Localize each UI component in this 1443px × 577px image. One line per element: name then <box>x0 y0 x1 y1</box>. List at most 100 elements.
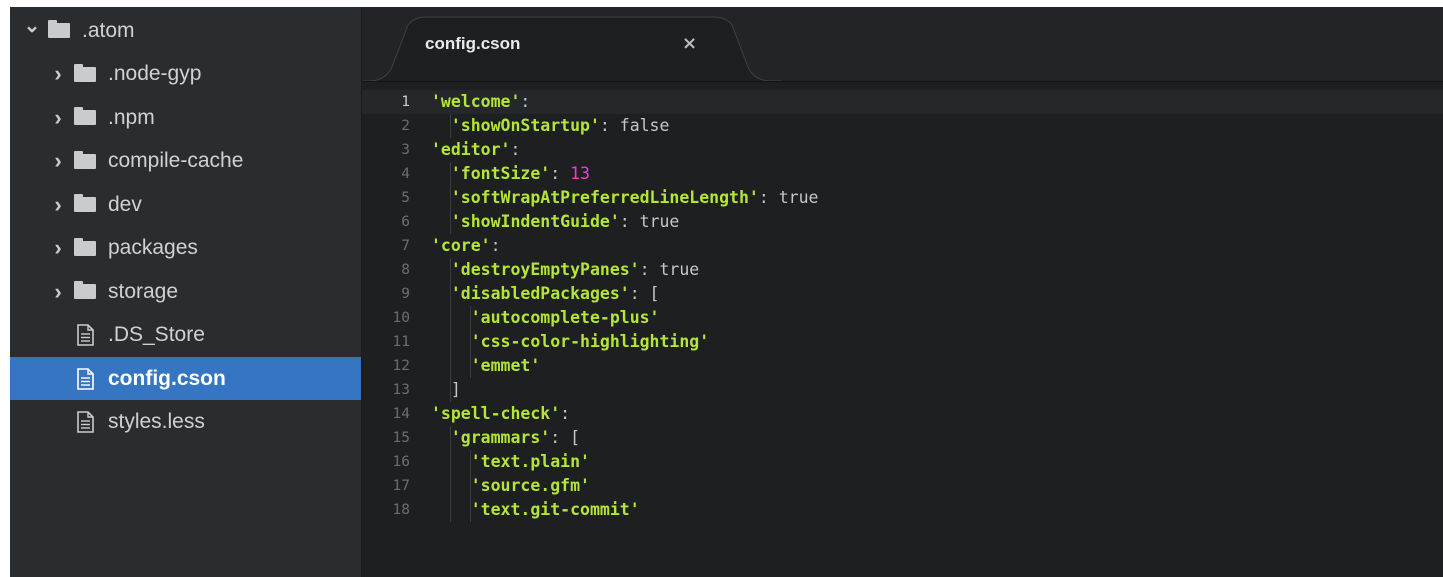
syntax-token: : <box>510 140 521 159</box>
tree-item[interactable]: › storage <box>10 270 361 313</box>
chevron-right-icon[interactable]: › <box>50 61 66 87</box>
code-text: 'source.gfm' <box>431 474 590 498</box>
editor-line[interactable]: 8 'destroyEmptyPanes': true <box>362 258 1443 282</box>
chevron-right-icon[interactable]: › <box>50 235 66 261</box>
tree-item[interactable]: .DS_Store <box>10 314 361 357</box>
line-number: 5 <box>401 190 410 206</box>
line-number: 14 <box>392 406 410 422</box>
editor-line[interactable]: 3 'editor': <box>362 138 1443 162</box>
line-number: 6 <box>401 214 410 230</box>
tree-item[interactable]: config.cson <box>10 357 361 400</box>
editor-line[interactable]: 16 'text.plain' <box>362 450 1443 474</box>
string-token: 'text.git-commit' <box>470 500 640 519</box>
string-token: 'showIndentGuide' <box>450 212 620 231</box>
string-token: 'showOnStartup' <box>450 116 600 135</box>
editor-line[interactable]: 9 'disabledPackages': [ <box>362 282 1443 306</box>
tab-title: config.cson <box>425 34 521 53</box>
syntax-token: : <box>550 164 571 183</box>
line-number: 15 <box>392 430 410 446</box>
file-text-icon <box>77 411 94 433</box>
close-icon[interactable]: × <box>682 33 697 54</box>
chevron-right-icon[interactable]: › <box>50 192 66 218</box>
folder-icon <box>74 194 96 212</box>
line-number: 12 <box>392 358 410 374</box>
code-text: 'destroyEmptyPanes': true <box>431 258 699 282</box>
line-number: 1 <box>401 94 410 110</box>
editor-line[interactable]: 11 'css-color-highlighting' <box>362 330 1443 354</box>
tree-item-label: compile-cache <box>108 149 244 172</box>
editor-line[interactable]: 7 'core': <box>362 234 1443 258</box>
string-token: 'grammars' <box>450 428 551 447</box>
editor-line[interactable]: 12 'emmet' <box>362 354 1443 378</box>
line-number: 2 <box>401 118 410 134</box>
line-number: 8 <box>401 262 410 278</box>
text-editor[interactable]: 1'welcome': 2 'showOnStartup': false 3'edi… <box>362 82 1443 577</box>
tab-bar: config.cson × <box>362 7 1443 82</box>
editor-line[interactable]: 17 'source.gfm' <box>362 474 1443 498</box>
line-number: 16 <box>392 454 410 470</box>
code-text: 'welcome': <box>431 90 530 114</box>
tree-item[interactable]: › .npm <box>10 96 361 139</box>
tree-item-label: config.cson <box>108 366 226 390</box>
chevron-right-icon[interactable]: › <box>50 105 66 131</box>
tree-item[interactable]: ⌄ .atom <box>10 9 361 52</box>
editor-line[interactable]: 10 'autocomplete-plus' <box>362 306 1443 330</box>
syntax-token: : <box>490 236 501 255</box>
chevron-right-icon[interactable]: › <box>50 148 66 174</box>
file-text-icon <box>77 324 94 346</box>
code-text: 'emmet' <box>431 354 541 378</box>
tree-item[interactable]: › compile-cache <box>10 140 361 183</box>
tree-item-label: dev <box>108 192 142 216</box>
tree-item-label: storage <box>108 279 179 303</box>
string-token: 'css-color-highlighting' <box>470 332 710 351</box>
tree-item-label: .DS_Store <box>108 323 205 346</box>
tree-item[interactable]: styles.less <box>10 401 361 444</box>
string-token: 'fontSize' <box>450 164 551 183</box>
tree-view[interactable]: ⌄ .atom › .node-gyp › .npm › compile-cache › dev ›… <box>10 7 362 577</box>
syntax-token: : [ <box>550 428 581 447</box>
tree-item[interactable]: › .node-gyp <box>10 53 361 96</box>
editor-line[interactable]: 14 'spell-check': <box>362 402 1443 426</box>
syntax-token: : [ <box>629 284 660 303</box>
code-text: 'spell-check': <box>431 402 570 426</box>
editor-line[interactable]: 5 'softWrapAtPreferredLineLength': true <box>362 186 1443 210</box>
syntax-token: : <box>560 404 571 423</box>
string-token: 'destroyEmptyPanes' <box>450 260 640 279</box>
line-number: 4 <box>401 166 410 182</box>
code-text: 'autocomplete-plus' <box>431 306 660 330</box>
string-token: 'spell-check' <box>431 404 561 423</box>
syntax-token: : true <box>758 188 819 207</box>
tree-item[interactable]: › dev <box>10 183 361 226</box>
syntax-token: : true <box>619 212 680 231</box>
line-number: 3 <box>401 142 410 158</box>
atom-editor-window: ⌄ .atom › .node-gyp › .npm › compile-cache › dev ›… <box>10 7 1443 577</box>
folder-icon <box>74 237 96 256</box>
syntax-token: ] <box>450 380 461 399</box>
tree-item-label: .atom <box>82 18 135 42</box>
folder-icon <box>48 20 70 38</box>
code-text: 'grammars': [ <box>431 426 580 450</box>
editor-line[interactable]: 6 'showIndentGuide': true <box>362 210 1443 234</box>
line-number: 18 <box>392 502 410 518</box>
editor-line[interactable]: 1 'welcome': <box>362 90 1443 114</box>
editor-line[interactable]: 15 'grammars': [ <box>362 426 1443 450</box>
editor-line[interactable]: 2 'showOnStartup': false <box>362 114 1443 138</box>
editor-line[interactable]: 18 'text.git-commit' <box>362 498 1443 522</box>
tree-item[interactable]: › packages <box>10 227 361 270</box>
string-token: 'source.gfm' <box>470 476 590 495</box>
line-number: 13 <box>392 382 410 398</box>
string-token: 'autocomplete-plus' <box>470 308 660 327</box>
string-token: 'welcome' <box>431 92 521 111</box>
code-text: 'showIndentGuide': true <box>431 210 680 234</box>
editor-line[interactable]: 13 ] <box>362 378 1443 402</box>
code-text: 'text.plain' <box>431 450 590 474</box>
syntax-token: : true <box>639 260 700 279</box>
file-text-icon <box>77 367 94 390</box>
chevron-right-icon[interactable]: › <box>50 279 66 305</box>
chevron-down-icon[interactable]: ⌄ <box>24 13 41 38</box>
code-text: 'css-color-highlighting' <box>431 330 709 354</box>
line-number: 7 <box>401 238 410 254</box>
line-number: 10 <box>392 310 410 326</box>
editor-line[interactable]: 4 'fontSize': 13 <box>362 162 1443 186</box>
string-token: 'emmet' <box>470 356 541 375</box>
